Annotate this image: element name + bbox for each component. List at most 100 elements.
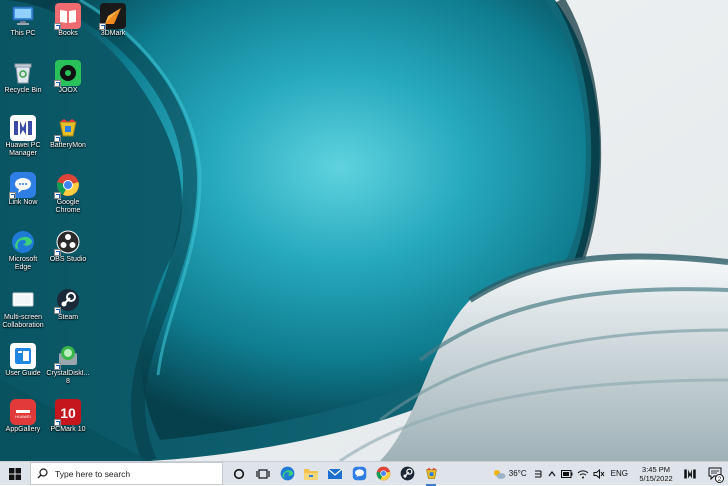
chrome-icon (376, 466, 390, 481)
huawei-pc-manager-icon (684, 469, 696, 478)
desktop-icon-label: Steam (57, 314, 79, 321)
weather-sun-cloud-icon (493, 469, 506, 479)
taskbar-file-explorer[interactable] (299, 462, 323, 486)
svg-text:HUAWEI: HUAWEI (15, 414, 31, 419)
taskbar-batterymon[interactable] (419, 462, 443, 486)
desktop-icon-label: BatteryMon (50, 142, 86, 149)
action-center-button[interactable]: 2 (702, 462, 728, 486)
start-button[interactable] (0, 462, 30, 486)
chevron-up-icon (548, 470, 556, 476)
joox-icon (54, 60, 81, 87)
desktop-icon-steam[interactable]: Steam (45, 287, 91, 322)
desktop-icon-label: Recycle Bin (4, 87, 42, 94)
desktop-icon-label: Books (58, 30, 78, 37)
this-pc-icon (10, 3, 36, 29)
books-icon (54, 3, 81, 30)
link-now-icon (9, 172, 36, 199)
volume-button[interactable] (591, 462, 607, 486)
clock-date: 5/15/2022 (639, 473, 673, 483)
notification-count-badge: 2 (715, 473, 724, 483)
desktop-icon-user-guide[interactable]: User Guide (0, 343, 46, 378)
crystaldisk-icon (54, 343, 81, 370)
desktop-icon-label: User Guide (5, 370, 41, 377)
multi-screen-icon (10, 287, 36, 313)
task-view-button[interactable] (251, 462, 275, 486)
desktop-icon-3dmark[interactable]: 3DMark (90, 3, 136, 38)
taskbar-steam[interactable] (395, 462, 419, 486)
desktop-icon-pcmark-10[interactable]: 10 PCMark 10 (45, 399, 91, 434)
mail-icon (327, 468, 343, 479)
taskbar-link-now[interactable] (347, 462, 371, 486)
desktop-icon-label: Microsoft Edge (8, 256, 38, 271)
pen-menu-button[interactable] (531, 462, 545, 486)
network-button[interactable] (575, 462, 591, 486)
pen-icon (534, 470, 542, 477)
volume-muted-icon (593, 468, 605, 479)
desktop-icon-huawei-pc-manager[interactable]: Huawei PC Manager (0, 115, 46, 158)
desktop-icon-books[interactable]: Books (45, 3, 91, 38)
desktop-icon-obs-studio[interactable]: OBS Studio (45, 229, 91, 264)
cortana-icon (233, 468, 245, 479)
cortana-button[interactable] (227, 462, 251, 486)
batterymon-icon (425, 467, 437, 479)
weather-temperature[interactable]: 36°C (509, 469, 527, 478)
huawei-pc-manager-icon (10, 115, 36, 141)
desktop-icon-label: OBS Studio (49, 256, 87, 263)
system-tray: 36°C ENG 3:45 PM 5/15/2022 2 (491, 462, 728, 486)
file-explorer-icon (304, 468, 318, 480)
desktop-icon-label: Multi-screen Collaboration (2, 314, 44, 329)
wallpaper (0, 0, 728, 461)
edge-icon (10, 229, 36, 255)
link-now-icon (352, 466, 366, 481)
desktop[interactable]: This PC Books 3DMark Recycle Bin JOOX Hu… (0, 0, 728, 461)
desktop-icon-label: Google Chrome (55, 199, 81, 214)
steam-icon (54, 287, 81, 314)
chrome-icon (54, 172, 81, 199)
obs-icon (54, 229, 81, 256)
user-guide-icon (10, 343, 36, 369)
battery-icon (560, 469, 573, 478)
desktop-icon-label: AppGallery (5, 426, 41, 433)
input-language-indicator[interactable]: ENG (611, 469, 628, 478)
windows-logo-icon (9, 467, 21, 480)
desktop-icon-multi-screen-collaboration[interactable]: Multi-screen Collaboration (0, 287, 46, 330)
desktop-icon-recycle-bin[interactable]: Recycle Bin (0, 60, 46, 95)
search-icon (37, 468, 48, 479)
desktop-icon-label: JOOX (58, 87, 78, 94)
svg-text:10: 10 (60, 405, 76, 421)
desktop-icon-this-pc[interactable]: This PC (0, 3, 46, 38)
taskbar: Type here to search 36°C ENG 3:45 PM 5/1… (0, 461, 728, 486)
recycle-bin-icon (10, 60, 36, 86)
desktop-icon-microsoft-edge[interactable]: Microsoft Edge (0, 229, 46, 272)
appgallery-icon: HUAWEI (10, 399, 36, 425)
wifi-icon (577, 469, 589, 478)
desktop-icon-label: PCMark 10 (50, 426, 86, 433)
taskbar-edge[interactable] (275, 462, 299, 486)
desktop-icon-crystaldiskinfo[interactable]: CrystalDiskI... 8 (45, 343, 91, 386)
desktop-icon-label: This PC (10, 30, 36, 37)
batterymon-icon (54, 115, 81, 142)
edge-icon (280, 466, 294, 481)
desktop-icon-batterymon[interactable]: BatteryMon (45, 115, 91, 150)
desktop-icon-google-chrome[interactable]: Google Chrome (45, 172, 91, 215)
desktop-icon-link-now[interactable]: Link Now (0, 172, 46, 207)
3dmark-icon (99, 3, 126, 30)
show-hidden-icons-button[interactable] (545, 462, 559, 486)
taskbar-chrome[interactable] (371, 462, 395, 486)
desktop-icon-label: 3DMark (100, 30, 126, 37)
battery-button[interactable] (559, 462, 575, 486)
weather-button[interactable] (491, 462, 507, 486)
pcmark-icon: 10 (54, 399, 81, 426)
taskbar-search-box[interactable]: Type here to search (30, 462, 223, 485)
search-placeholder: Type here to search (55, 468, 131, 479)
task-view-icon (256, 468, 270, 479)
desktop-icon-label: Link Now (8, 199, 38, 206)
huawei-pc-manager-tray-button[interactable] (678, 462, 702, 486)
clock[interactable]: 3:45 PM 5/15/2022 (634, 465, 678, 483)
desktop-icon-label: Huawei PC Manager (5, 142, 41, 157)
clock-time: 3:45 PM (642, 464, 670, 474)
taskbar-mail[interactable] (323, 462, 347, 486)
desktop-icon-appgallery[interactable]: HUAWEI AppGallery (0, 399, 46, 434)
desktop-icon-joox[interactable]: JOOX (45, 60, 91, 95)
steam-icon (400, 466, 414, 481)
